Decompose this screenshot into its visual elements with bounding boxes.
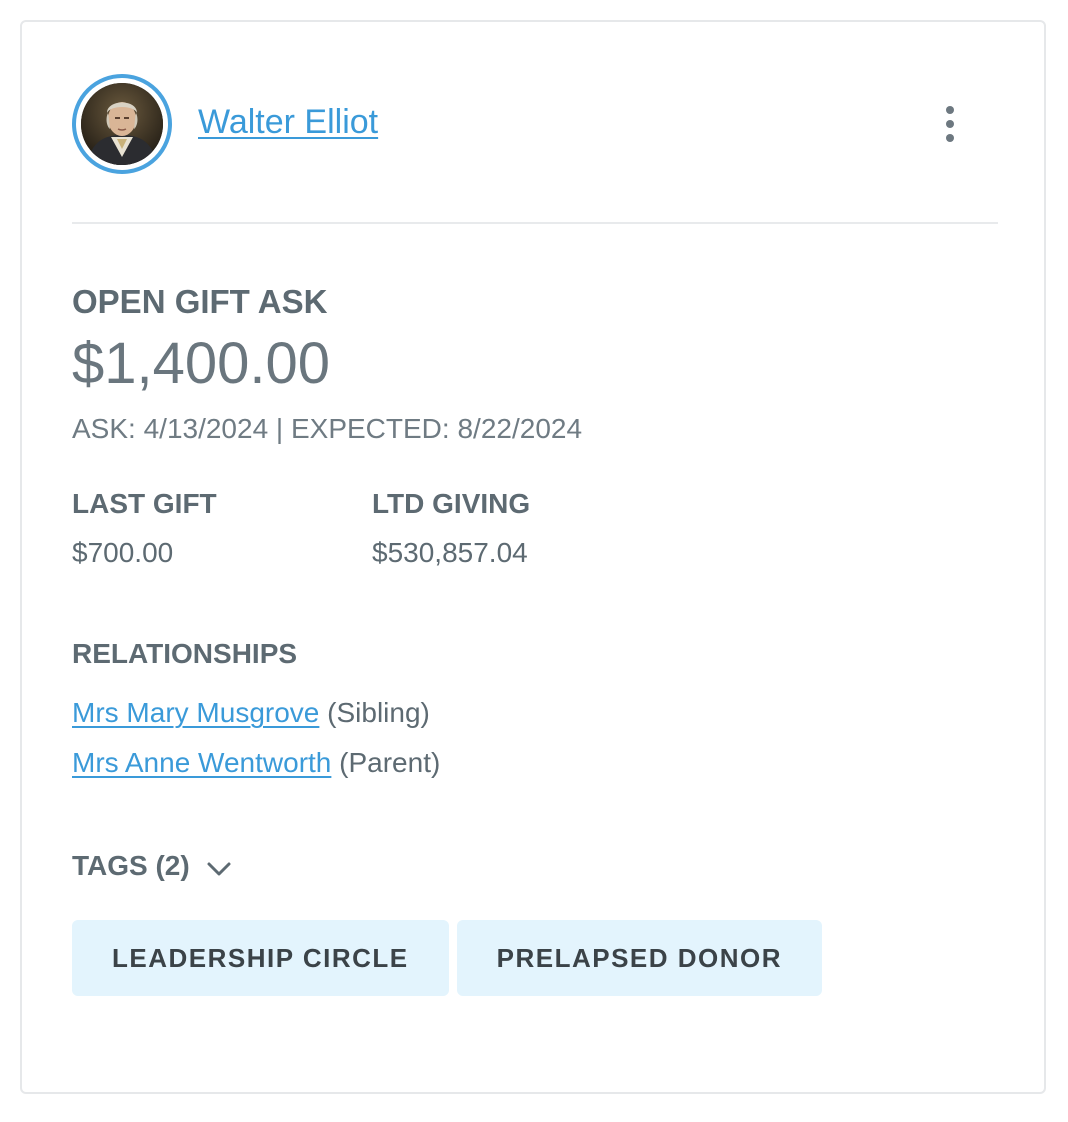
tag-leadership-circle[interactable]: LEADERSHIP CIRCLE — [72, 920, 449, 996]
relationship-item: Mrs Mary Musgrove (Sibling) — [72, 696, 772, 746]
contact-name-link[interactable]: Walter Elliot — [198, 102, 378, 142]
donor-card: Walter Elliot OPEN GIFT ASK $1,400.00 AS… — [20, 20, 1046, 1094]
portrait-photo-icon — [81, 83, 163, 165]
relationship-item: Mrs Anne Wentworth (Parent) — [72, 746, 772, 796]
relationship-link[interactable]: Mrs Mary Musgrove — [72, 697, 319, 728]
open-gift-ask-amount: $1,400.00 — [72, 331, 331, 396]
card-header: Walter Elliot — [72, 72, 998, 174]
relationship-link[interactable]: Mrs Anne Wentworth — [72, 747, 331, 778]
ask-expected-dates: ASK: 4/13/2024 | EXPECTED: 8/22/2024 — [72, 413, 583, 444]
relationships-list: Mrs Mary Musgrove (Sibling) Mrs Anne Wen… — [72, 696, 772, 796]
tag-prelapsed-donor[interactable]: PRELAPSED DONOR — [456, 920, 823, 996]
relationship-type: (Sibling) — [327, 697, 430, 728]
open-gift-ask-label: OPEN GIFT ASK — [72, 283, 328, 320]
relationships-label: RELATIONSHIPS — [72, 638, 298, 669]
chevron-down-icon — [207, 862, 231, 876]
avatar[interactable] — [72, 74, 172, 174]
ltd-giving-value: $530,857.04 — [372, 537, 528, 568]
tags-list: LEADERSHIP CIRCLE PRELAPSED DONOR — [72, 920, 823, 996]
ltd-giving-label: LTD GIVING — [372, 488, 531, 519]
tags-toggle[interactable]: TAGS (2) — [72, 846, 232, 886]
vertical-ellipsis-icon — [946, 106, 954, 142]
more-options-button[interactable] — [930, 102, 970, 146]
relationship-type: (Parent) — [339, 747, 441, 778]
last-gift-value: $700.00 — [72, 537, 174, 568]
tags-label: TAGS (2) — [72, 850, 190, 881]
last-gift-label: LAST GIFT — [72, 488, 217, 519]
header-divider — [72, 222, 998, 224]
